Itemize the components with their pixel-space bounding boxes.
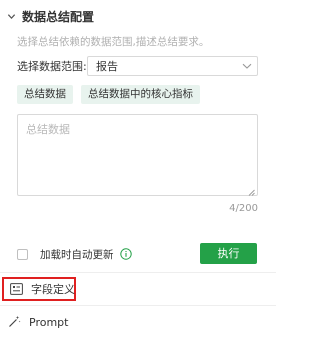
section-header[interactable]: 数据总结配置 xyxy=(6,6,94,26)
auto-update-label: 加载时自动更新 xyxy=(40,248,114,261)
data-scope-row: 选择数据范围: 报告 xyxy=(17,55,258,77)
data-scope-select[interactable]: 报告 xyxy=(87,56,258,76)
data-scope-label: 选择数据范围: xyxy=(17,60,87,73)
quick-tags: 总结数据 总结数据中的核心指标 xyxy=(17,85,200,104)
resize-handle-icon[interactable] xyxy=(248,186,255,196)
chevron-down-icon xyxy=(242,61,252,71)
field-definition-label: 字段定义 xyxy=(31,283,75,296)
summary-placeholder: 总结数据 xyxy=(26,123,70,136)
section-title: 数据总结配置 xyxy=(22,9,95,24)
prompt-item[interactable]: Prompt xyxy=(8,313,68,331)
execute-button[interactable]: 执行 xyxy=(200,243,257,264)
info-icon[interactable] xyxy=(119,248,132,260)
data-scope-value: 报告 xyxy=(96,60,118,73)
magic-wand-icon xyxy=(8,313,21,332)
tag-core-metrics[interactable]: 总结数据中的核心指标 xyxy=(81,85,200,104)
divider xyxy=(0,305,276,306)
field-definition-icon xyxy=(10,280,23,299)
tag-summary-data[interactable]: 总结数据 xyxy=(17,85,73,104)
section-hint: 选择总结依赖的数据范围,描述总结要求。 xyxy=(17,36,210,48)
field-definition-item[interactable]: 字段定义 xyxy=(2,277,76,301)
prompt-label: Prompt xyxy=(29,315,69,329)
divider xyxy=(0,272,276,273)
char-counter: 4/200 xyxy=(229,203,258,214)
auto-update-checkbox[interactable] xyxy=(17,248,28,260)
auto-update-row: 加载时自动更新 xyxy=(17,245,132,263)
summary-textarea[interactable]: 总结数据 xyxy=(17,114,258,196)
summary-config-panel: 数据总结配置 选择总结依赖的数据范围,描述总结要求。 选择数据范围: 报告 总结… xyxy=(0,0,276,337)
chevron-down-icon xyxy=(6,11,16,21)
